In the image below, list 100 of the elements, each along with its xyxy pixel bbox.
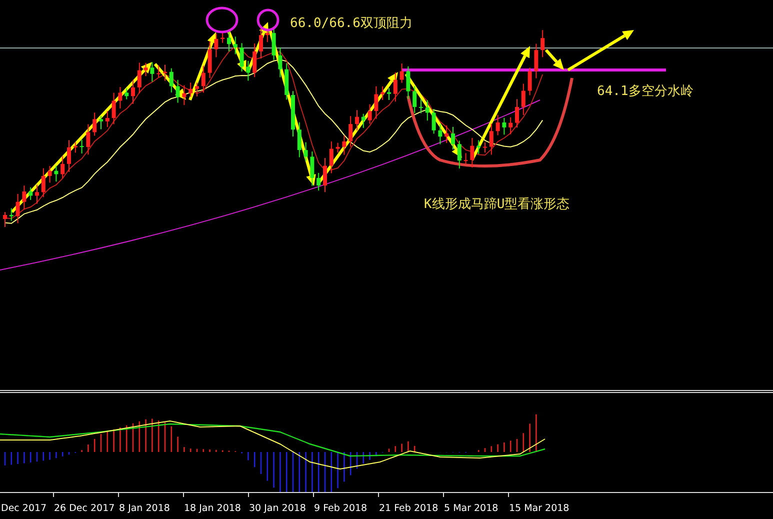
candlestick	[380, 86, 385, 100]
candlestick	[291, 90, 295, 137]
candlestick	[252, 42, 257, 78]
candlestick	[336, 142, 340, 154]
trend-arrow	[544, 49, 564, 70]
candlestick	[464, 152, 468, 165]
axis-label: 18 Jan 2018	[184, 503, 241, 514]
candlestick	[284, 62, 289, 100]
candlestick	[41, 168, 46, 198]
candlestick	[28, 186, 33, 200]
candlestick	[118, 86, 122, 109]
candlestick	[80, 139, 84, 154]
candlestick	[3, 212, 7, 228]
candlestick	[150, 62, 154, 82]
candlestick	[60, 156, 65, 179]
candlestick	[515, 98, 519, 128]
candlestick	[35, 184, 39, 204]
candlestick	[521, 83, 526, 116]
candlestick	[220, 32, 225, 44]
candlestick	[342, 134, 346, 156]
candlestick	[470, 137, 474, 168]
candlestick	[265, 29, 270, 43]
axis-label: 5 Mar 2018	[444, 503, 498, 514]
candlestick	[425, 100, 430, 122]
candlestick	[316, 172, 321, 192]
candlestick	[297, 122, 302, 158]
axis-label: 8 Jan 2018	[119, 503, 170, 514]
candlestick	[214, 33, 218, 58]
candlestick	[483, 142, 487, 153]
candlestick	[310, 151, 314, 186]
highlight-circle	[206, 6, 238, 34]
candlestick	[528, 67, 532, 96]
annotation-text: 66.0/66.6双顶阻力	[290, 16, 412, 31]
candlestick	[489, 123, 494, 156]
trend-arrow	[567, 30, 634, 72]
candlestick	[73, 142, 78, 154]
candlestick	[195, 82, 199, 97]
candlestick	[144, 62, 148, 77]
candlestick	[329, 140, 334, 174]
candlestick	[112, 92, 116, 125]
candlestick	[444, 124, 449, 144]
candlestick	[208, 40, 212, 79]
candlestick	[246, 60, 250, 82]
candlestick	[188, 82, 193, 98]
candlestick	[9, 208, 14, 222]
candlestick	[355, 110, 359, 131]
candlestick	[163, 64, 167, 82]
candlestick	[412, 86, 417, 114]
candlestick	[233, 36, 238, 55]
candlestick	[304, 142, 308, 162]
candlestick	[54, 165, 58, 182]
candlestick	[201, 65, 206, 94]
candlestick	[99, 115, 103, 130]
annotation-text: K线形成马蹄U型看涨形态	[424, 197, 570, 212]
candlestick	[496, 114, 500, 136]
candlestick	[361, 113, 366, 128]
candlestick	[393, 72, 398, 102]
candlestick	[240, 42, 244, 72]
candlestick	[156, 64, 161, 78]
candlestick	[67, 140, 71, 172]
axis-label: 30 Jan 2018	[249, 503, 306, 514]
candlestick	[502, 117, 506, 136]
candlestick	[438, 124, 442, 145]
candlestick	[400, 63, 404, 84]
candlestick	[227, 30, 231, 52]
candlestick	[451, 126, 455, 150]
candlestick	[278, 46, 282, 78]
candlestick	[476, 140, 481, 154]
candlestick	[22, 185, 26, 210]
axis-label: 9 Feb 2018	[314, 503, 368, 514]
candlestick	[92, 112, 97, 136]
candlestick	[534, 43, 538, 79]
candlestick	[259, 28, 263, 59]
candlestick	[540, 30, 545, 58]
candlestick	[432, 108, 436, 134]
candlestick	[368, 104, 372, 124]
candlestick	[105, 110, 110, 128]
axis-label: 15 Mar 2018	[509, 503, 570, 514]
candlestick	[387, 88, 391, 100]
axis-label: Dec 2017	[1, 503, 47, 514]
axis-label: 26 Dec 2017	[54, 503, 115, 514]
annotation-text: 64.1多空分水岭	[597, 84, 694, 99]
candlestick	[131, 79, 135, 104]
candlestick	[16, 193, 20, 224]
candlestick	[419, 98, 423, 114]
candlestick	[169, 68, 174, 93]
candlestick	[374, 86, 378, 120]
candlestick	[182, 84, 186, 106]
axis-label: 21 Feb 2018	[379, 503, 438, 514]
candlestick	[176, 79, 180, 104]
candlestick	[348, 116, 353, 148]
highlight-circle	[256, 8, 280, 32]
trend-arrow	[188, 32, 217, 101]
candlestick	[508, 116, 513, 135]
candlestick	[86, 124, 90, 156]
candlestick	[323, 158, 327, 193]
candlestick	[48, 165, 52, 184]
candlestick	[406, 66, 410, 100]
candlestick	[124, 88, 129, 100]
candlestick	[457, 140, 462, 169]
